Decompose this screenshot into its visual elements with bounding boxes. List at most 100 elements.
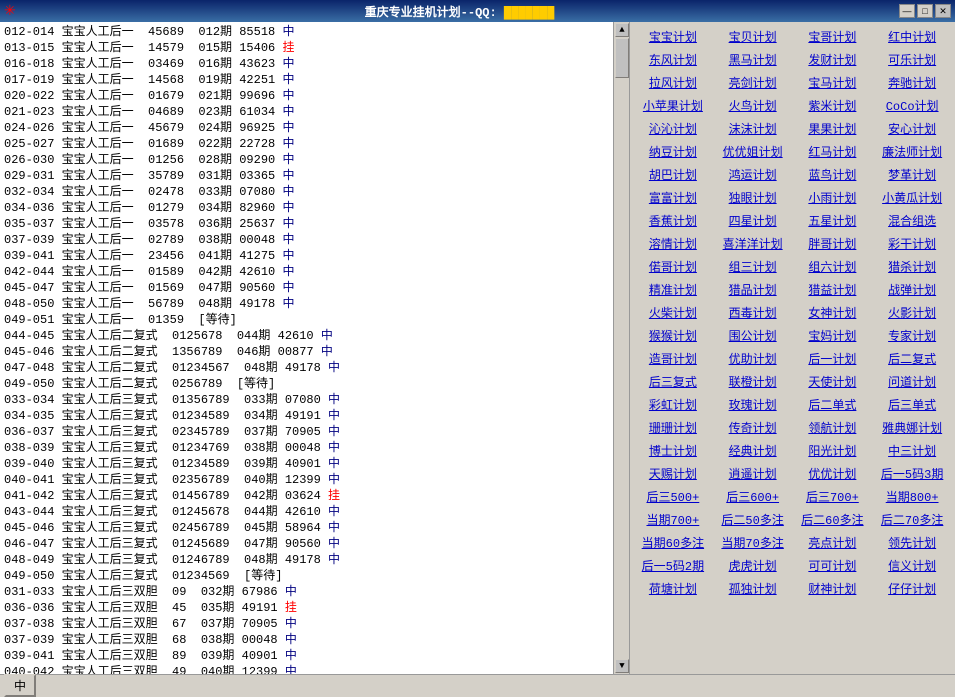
- plan-link[interactable]: 小苹果计划: [634, 95, 712, 116]
- plan-link[interactable]: 黑马计划: [714, 49, 792, 70]
- plan-link[interactable]: CoCo计划: [873, 95, 951, 116]
- minimize-button[interactable]: —: [899, 4, 915, 18]
- plan-link[interactable]: 香蕉计划: [634, 210, 712, 231]
- plan-link[interactable]: 奔驰计划: [873, 72, 951, 93]
- plan-link[interactable]: 后三600+: [714, 486, 792, 507]
- plan-link[interactable]: 领先计划: [873, 532, 951, 553]
- plan-link[interactable]: 后三700+: [794, 486, 872, 507]
- plan-link[interactable]: 当期800+: [873, 486, 951, 507]
- plan-link[interactable]: 沁沁计划: [634, 118, 712, 139]
- plan-link[interactable]: 发财计划: [794, 49, 872, 70]
- plan-link[interactable]: 宝贝计划: [714, 26, 792, 47]
- plan-link[interactable]: 喜洋洋计划: [714, 233, 792, 254]
- plan-link[interactable]: 优优姐计划: [714, 141, 792, 162]
- plan-link[interactable]: 亮点计划: [794, 532, 872, 553]
- plan-link[interactable]: 精准计划: [634, 279, 712, 300]
- plan-link[interactable]: 宝马计划: [794, 72, 872, 93]
- plan-link[interactable]: 荷塘计划: [634, 578, 712, 599]
- plan-link[interactable]: 当期700+: [634, 509, 712, 530]
- plan-link[interactable]: 独眼计划: [714, 187, 792, 208]
- qq-link[interactable]: ███████: [504, 6, 554, 20]
- plan-link[interactable]: 红中计划: [873, 26, 951, 47]
- plan-link[interactable]: 优助计划: [714, 348, 792, 369]
- plan-link[interactable]: 后二60多注: [794, 509, 872, 530]
- plan-link[interactable]: 四星计划: [714, 210, 792, 231]
- plan-link[interactable]: 东风计划: [634, 49, 712, 70]
- plan-link[interactable]: 逍遥计划: [714, 463, 792, 484]
- close-button[interactable]: ✕: [935, 4, 951, 18]
- scrollbar-thumb[interactable]: [615, 38, 629, 78]
- plan-link[interactable]: 鸿运计划: [714, 164, 792, 185]
- plan-link[interactable]: 经典计划: [714, 440, 792, 461]
- plan-link[interactable]: 可可计划: [794, 555, 872, 576]
- plan-link[interactable]: 火影计划: [873, 302, 951, 323]
- scrollbar[interactable]: ▲ ▼: [613, 22, 629, 674]
- plan-link[interactable]: 战弹计划: [873, 279, 951, 300]
- plan-link[interactable]: 优优计划: [794, 463, 872, 484]
- plan-link[interactable]: 廉法师计划: [873, 141, 951, 162]
- plan-link[interactable]: 博士计划: [634, 440, 712, 461]
- plan-link[interactable]: 胖哥计划: [794, 233, 872, 254]
- plan-link[interactable]: 宝宝计划: [634, 26, 712, 47]
- plan-link[interactable]: 胡巴计划: [634, 164, 712, 185]
- plan-link[interactable]: 后三复式: [634, 371, 712, 392]
- plan-link[interactable]: 沫沫计划: [714, 118, 792, 139]
- plan-link[interactable]: 纳豆计划: [634, 141, 712, 162]
- plan-link[interactable]: 猴猴计划: [634, 325, 712, 346]
- plan-link[interactable]: 后二复式: [873, 348, 951, 369]
- plan-link[interactable]: 天赐计划: [634, 463, 712, 484]
- plan-link[interactable]: 混合组选: [873, 210, 951, 231]
- plan-link[interactable]: 女神计划: [794, 302, 872, 323]
- plan-link[interactable]: 专家计划: [873, 325, 951, 346]
- plan-link[interactable]: 五星计划: [794, 210, 872, 231]
- plan-link[interactable]: 后二70多注: [873, 509, 951, 530]
- plan-link[interactable]: 安心计划: [873, 118, 951, 139]
- plan-link[interactable]: 猎品计划: [714, 279, 792, 300]
- plan-link[interactable]: 后一计划: [794, 348, 872, 369]
- plan-link[interactable]: 偌哥计划: [634, 256, 712, 277]
- plan-link[interactable]: 后一5码3期: [873, 463, 951, 484]
- plan-link[interactable]: 后三500+: [634, 486, 712, 507]
- plan-link[interactable]: 可乐计划: [873, 49, 951, 70]
- plan-link[interactable]: 问道计划: [873, 371, 951, 392]
- plan-link[interactable]: 梦革计划: [873, 164, 951, 185]
- plan-link[interactable]: 宝哥计划: [794, 26, 872, 47]
- plan-link[interactable]: 中三计划: [873, 440, 951, 461]
- plan-link[interactable]: 后二单式: [794, 394, 872, 415]
- plan-link[interactable]: 后一5码2期: [634, 555, 712, 576]
- plan-link[interactable]: 后二50多注: [714, 509, 792, 530]
- plan-link[interactable]: 拉风计划: [634, 72, 712, 93]
- plan-link[interactable]: 小黄瓜计划: [873, 187, 951, 208]
- plan-link[interactable]: 西毒计划: [714, 302, 792, 323]
- plan-link[interactable]: 造哥计划: [634, 348, 712, 369]
- plan-link[interactable]: 后三单式: [873, 394, 951, 415]
- plan-link[interactable]: 玫瑰计划: [714, 394, 792, 415]
- plan-link[interactable]: 彩干计划: [873, 233, 951, 254]
- plan-link[interactable]: 当期60多注: [634, 532, 712, 553]
- plan-link[interactable]: 领航计划: [794, 417, 872, 438]
- plan-link[interactable]: 孤独计划: [714, 578, 792, 599]
- plan-link[interactable]: 猎益计划: [794, 279, 872, 300]
- plan-link[interactable]: 围公计划: [714, 325, 792, 346]
- plan-link[interactable]: 小雨计划: [794, 187, 872, 208]
- plan-link[interactable]: 雅典娜计划: [873, 417, 951, 438]
- status-button[interactable]: 中: [4, 674, 36, 697]
- plan-link[interactable]: 阳光计划: [794, 440, 872, 461]
- plan-link[interactable]: 财神计划: [794, 578, 872, 599]
- plan-link[interactable]: 仔仔计划: [873, 578, 951, 599]
- plan-link[interactable]: 当期70多注: [714, 532, 792, 553]
- plan-link[interactable]: 亮剑计划: [714, 72, 792, 93]
- plan-link[interactable]: 组三计划: [714, 256, 792, 277]
- plan-link[interactable]: 传奇计划: [714, 417, 792, 438]
- plan-link[interactable]: 果果计划: [794, 118, 872, 139]
- plan-link[interactable]: 猎杀计划: [873, 256, 951, 277]
- plan-link[interactable]: 彩虹计划: [634, 394, 712, 415]
- maximize-button[interactable]: □: [917, 4, 933, 18]
- plan-link[interactable]: 虎虎计划: [714, 555, 792, 576]
- plan-link[interactable]: 组六计划: [794, 256, 872, 277]
- plan-link[interactable]: 富富计划: [634, 187, 712, 208]
- plan-link[interactable]: 火柴计划: [634, 302, 712, 323]
- plan-link[interactable]: 信义计划: [873, 555, 951, 576]
- plan-link[interactable]: 宝妈计划: [794, 325, 872, 346]
- plan-link[interactable]: 火鸟计划: [714, 95, 792, 116]
